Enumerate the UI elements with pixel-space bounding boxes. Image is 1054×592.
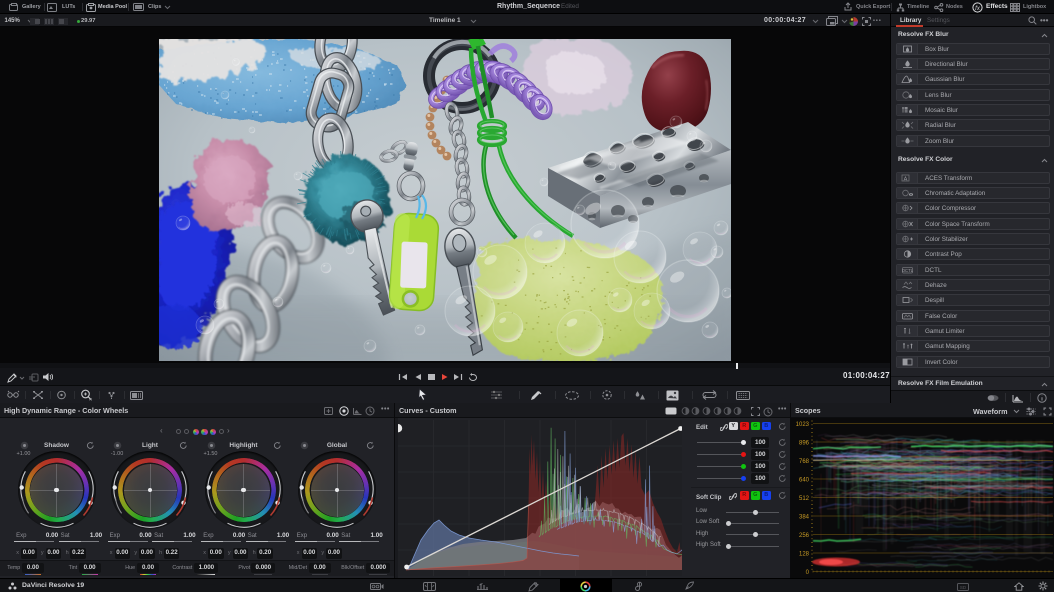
svg-text:A: A (904, 176, 908, 182)
svg-text:SD: SD (960, 584, 967, 589)
svg-text:896: 896 (799, 441, 810, 447)
svg-text:640: 640 (799, 478, 810, 484)
svg-text:1023: 1023 (796, 422, 810, 428)
svg-text:512: 512 (799, 496, 810, 502)
svg-text:128: 128 (799, 552, 810, 558)
svg-text:DCTL: DCTL (902, 268, 914, 273)
svg-text:768: 768 (799, 459, 810, 465)
svg-text:N: N (89, 397, 92, 402)
svg-text:256: 256 (799, 533, 810, 539)
svg-text:384: 384 (799, 515, 810, 521)
